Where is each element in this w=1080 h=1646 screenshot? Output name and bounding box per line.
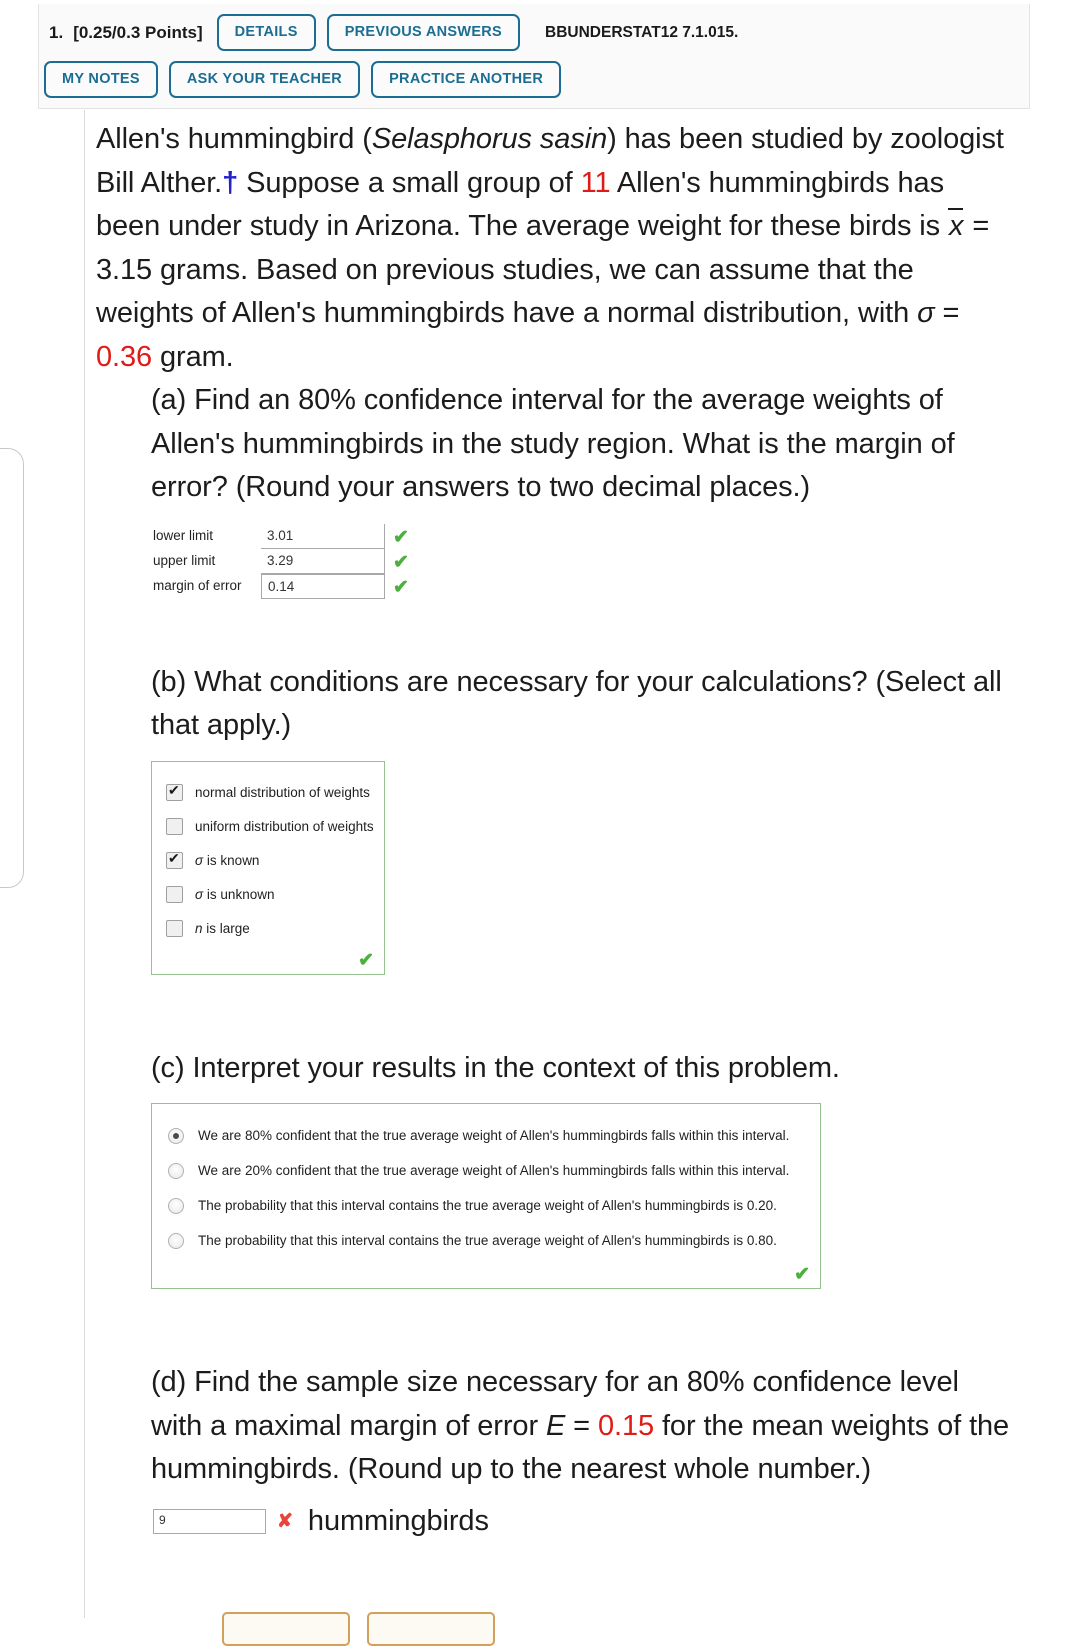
part-c-radio-group: We are 80% confident that the true avera… xyxy=(151,1103,821,1289)
radio-label-3: The probability that this interval conta… xyxy=(198,1198,777,1213)
page-edge-decoration xyxy=(0,448,24,888)
problem-statement: Allen's hummingbird (Selasphorus sasin) … xyxy=(96,118,1016,379)
checkbox-icon-normal-distribution[interactable] xyxy=(166,782,183,801)
question-content: Allen's hummingbird (Selasphorus sasin) … xyxy=(96,118,1016,1538)
part-d-answer-row: 9 ✘ hummingbirds xyxy=(153,1505,1016,1538)
checkbox-icon-sigma-known[interactable] xyxy=(166,850,183,869)
margin-of-error-label: margin of error xyxy=(153,577,242,593)
footer-button-row xyxy=(222,1612,512,1646)
part-b-checkbox-group: normal distribution of weights uniform d… xyxy=(151,760,385,975)
view-previous-question-button[interactable] xyxy=(367,1612,495,1646)
radio-option-4[interactable]: The probability that this interval conta… xyxy=(168,1223,808,1258)
checkbox-option-1[interactable]: normal distribution of weights xyxy=(166,776,372,810)
upper-limit-input[interactable]: 3.29 xyxy=(261,548,385,574)
sigma-value: 0.36 xyxy=(96,340,153,373)
radio-label-4: The probability that this interval conta… xyxy=(198,1233,777,1248)
radio-option-2[interactable]: We are 20% confident that the true avera… xyxy=(168,1153,808,1188)
sigma-symbol-b3: σ xyxy=(195,853,204,868)
part-d-prompt: (d) Find the sample size necessary for a… xyxy=(151,1361,1016,1492)
checkbox-label-3: σ is known xyxy=(195,853,259,868)
x-bar-symbol: x xyxy=(949,210,964,242)
stem-text-7: gram. xyxy=(152,340,234,373)
part-c-prompt: (c) Interpret your results in the contex… xyxy=(151,1051,840,1084)
checkbox-option-5[interactable]: n is large xyxy=(166,912,372,946)
checkbox-option-2[interactable]: uniform distribution of weights xyxy=(166,810,374,844)
stem-text-3: Suppose a small group of xyxy=(238,166,581,199)
sigma-symbol-b4: σ xyxy=(195,887,204,902)
part-d-text-2: = xyxy=(565,1409,598,1442)
textbook-source-code: BBUNDERSTAT12 7.1.015. xyxy=(545,23,739,41)
checkbox-label-5: n is large xyxy=(195,921,250,936)
sample-size-value: 11 xyxy=(580,166,611,199)
margin-of-error-input[interactable]: 0.14 xyxy=(261,573,385,599)
part-a-answer-grid: lower limit 3.01 ✔ upper limit 3.29 ✔ ma… xyxy=(153,523,1016,599)
checkbox-label-text-3: is known xyxy=(206,853,260,868)
content-left-rule xyxy=(84,110,85,1618)
header-row-primary: 1. [0.25/0.3 Points] DETAILS PREVIOUS AN… xyxy=(49,14,738,51)
previous-answers-button[interactable]: PREVIOUS ANSWERS xyxy=(326,14,521,51)
lower-limit-input[interactable]: 3.01 xyxy=(261,523,385,549)
upper-limit-correct-icon: ✔ xyxy=(393,551,409,573)
stem-text-6: = xyxy=(934,297,960,329)
header-row-secondary: MY NOTES ASK YOUR TEACHER PRACTICE ANOTH… xyxy=(44,61,572,98)
checkbox-icon-n-is-large[interactable] xyxy=(166,920,183,937)
n-symbol-b5: n xyxy=(195,921,203,936)
checkbox-option-3[interactable]: σ is known xyxy=(166,844,372,878)
stem-text-1: Allen's hummingbird ( xyxy=(96,123,372,155)
species-name: Selasphorus sasin xyxy=(371,123,608,155)
E-value: 0.15 xyxy=(597,1409,655,1442)
sample-size-incorrect-icon: ✘ xyxy=(277,1510,293,1532)
checkbox-icon-sigma-unknown[interactable] xyxy=(166,886,183,903)
checkbox-label-2: uniform distribution of weights xyxy=(195,819,374,834)
footnote-dagger-icon[interactable]: † xyxy=(222,167,238,199)
part-c-correct-icon: ✔ xyxy=(794,1264,810,1285)
radio-icon-probability-080[interactable] xyxy=(168,1232,184,1249)
sample-size-input[interactable]: 9 xyxy=(153,1508,266,1534)
sample-size-unit-label: hummingbirds xyxy=(307,1504,489,1537)
checkbox-option-4[interactable]: σ is unknown xyxy=(166,878,372,912)
checkbox-label-1: normal distribution of weights xyxy=(195,785,370,800)
radio-option-1[interactable]: We are 80% confident that the true avera… xyxy=(168,1118,808,1153)
checkbox-icon-uniform-distribution[interactable] xyxy=(166,818,183,835)
part-b-prompt: (b) What conditions are necessary for yo… xyxy=(151,665,1002,742)
checkbox-label-text-4: is unknown xyxy=(206,887,275,902)
points-badge: [0.25/0.3 Points] xyxy=(73,22,203,42)
radio-label-1: We are 80% confident that the true avera… xyxy=(198,1128,790,1143)
part-a-prompt: (a) Find an 80% confidence interval for … xyxy=(151,384,955,503)
checkbox-label-text-5: is large xyxy=(206,921,250,936)
part-b-correct-icon: ✔ xyxy=(358,949,374,971)
radio-option-3[interactable]: The probability that this interval conta… xyxy=(168,1188,808,1223)
lower-limit-label: lower limit xyxy=(153,527,214,543)
question-header-bar: 1. [0.25/0.3 Points] DETAILS PREVIOUS AN… xyxy=(38,4,1030,109)
E-symbol: E xyxy=(545,1409,566,1442)
question-number: 1. xyxy=(49,22,64,42)
practice-another-button[interactable]: PRACTICE ANOTHER xyxy=(371,61,562,98)
upper-limit-label: upper limit xyxy=(153,552,216,568)
submit-answer-button[interactable] xyxy=(222,1612,350,1646)
radio-icon-20-confident[interactable] xyxy=(168,1162,184,1179)
radio-icon-80-confident[interactable] xyxy=(168,1127,184,1144)
my-notes-button[interactable]: MY NOTES xyxy=(44,61,158,98)
details-button[interactable]: DETAILS xyxy=(216,14,316,51)
radio-icon-probability-020[interactable] xyxy=(168,1197,184,1214)
lower-limit-correct-icon: ✔ xyxy=(393,526,409,548)
checkbox-label-4: σ is unknown xyxy=(195,887,274,902)
ask-your-teacher-button[interactable]: ASK YOUR TEACHER xyxy=(168,61,361,98)
margin-of-error-correct-icon: ✔ xyxy=(393,576,409,598)
radio-label-2: We are 20% confident that the true avera… xyxy=(198,1163,790,1178)
sigma-symbol: σ xyxy=(917,297,935,329)
